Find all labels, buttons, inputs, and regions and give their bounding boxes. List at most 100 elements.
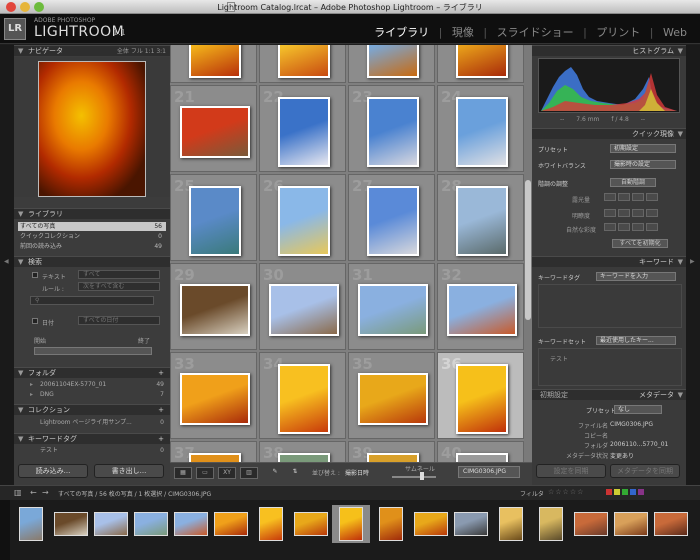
filmstrip-cell[interactable] [12,505,50,543]
photo-thumbnail[interactable] [446,283,517,336]
collection-item[interactable]: Lightroom ページライ用サンプ... 0 [30,419,164,427]
filmstrip-cell[interactable] [452,505,490,543]
module-web[interactable]: Web [663,26,687,39]
add-collection-button[interactable]: + [158,405,164,416]
histogram-header[interactable]: ヒストグラム ▼ [532,45,686,56]
clarity-dec-small[interactable] [618,209,630,217]
filmstrip-source-path[interactable]: すべての写真 / 56 枚の写真 / 1 枚選択 / CIMG0306.JPG [58,489,211,498]
photo-thumbnail[interactable] [179,283,250,336]
sync-metadata-button[interactable]: メタデータを同期 [610,464,680,478]
find-search-input[interactable]: ⚲ [30,296,154,305]
loupe-view-button[interactable]: ▭ [196,467,214,479]
sync-settings-button[interactable]: 設定を同期 [536,464,606,478]
filmstrip-cell[interactable] [492,505,530,543]
forward-arrow-icon[interactable]: → [42,488,49,497]
grid-cell[interactable]: 37 [170,441,257,462]
filmstrip-cell[interactable] [412,505,450,543]
export-button[interactable]: 書き出し... [94,464,164,478]
thumbnail-size-slider[interactable] [392,476,436,478]
grid-cell[interactable]: 32 [437,263,524,350]
photo-thumbnail[interactable] [268,283,339,336]
photo-thumbnail[interactable] [277,45,330,78]
photo-thumbnail[interactable] [179,372,250,425]
library-item-quick-collection[interactable]: クイックコレクション 0 [18,232,166,241]
photo-thumbnail[interactable] [455,96,508,167]
navigator-header[interactable]: ▼ ナビゲータ 全体 フル 1:1 3:1 [14,45,170,56]
find-text-checkbox[interactable] [32,272,38,278]
navigator-preview-image[interactable] [38,61,146,197]
keyword-set-item[interactable]: テスト [550,354,568,363]
filmstrip-cell[interactable] [212,505,250,543]
photo-thumbnail[interactable] [366,185,419,256]
module-develop[interactable]: 現像 [452,26,474,39]
find-rule-select[interactable]: 次をすべて含む [78,282,160,291]
thumbnail-size-knob[interactable] [420,472,424,480]
metadata-header[interactable]: 初期設定 メタデータ ▼ [532,389,686,400]
photo-thumbnail[interactable] [277,452,330,462]
filmstrip-menu-icon[interactable]: ▥ [14,488,22,497]
photo-thumbnail[interactable] [277,185,330,256]
exposure-dec-large[interactable] [604,193,616,201]
nav-mode-fit[interactable]: 全体 [117,48,129,55]
add-folder-button[interactable]: + [158,368,164,379]
nav-mode-fill[interactable]: フル [131,48,143,55]
collections-header[interactable]: ▼ コレクション + [14,404,170,415]
grid-cell[interactable]: 22 [259,85,346,172]
grid-cell[interactable]: 27 [348,174,435,261]
photo-thumbnail[interactable] [455,185,508,256]
library-header[interactable]: ▼ ライブラリ [14,208,170,219]
clarity-dec-large[interactable] [604,209,616,217]
filmstrip-left-edge[interactable] [0,500,10,560]
filename-display[interactable]: CIMG0306.JPG [458,466,520,478]
photo-thumbnail[interactable] [455,452,508,462]
grid-cell[interactable]: 29 [170,263,257,350]
photo-thumbnail[interactable] [455,363,508,434]
keyword-set-select[interactable]: 最近使用したキー... [596,336,676,345]
library-item-previous-import[interactable]: 前回の読み込み 49 [18,242,166,251]
nav-mode-3to1[interactable]: 3:1 [156,48,166,55]
grid-cell[interactable]: 25 [170,174,257,261]
module-slideshow[interactable]: スライドショー [497,26,574,39]
grid-view-button[interactable]: ▦ [174,467,192,479]
survey-view-button[interactable]: ▥ [240,467,258,479]
keyword-entry-area[interactable] [538,284,682,328]
grid-cell[interactable]: 26 [259,174,346,261]
grid-cell[interactable]: 19 [348,45,435,83]
qd-preset-select[interactable]: 初期設定 [610,144,676,153]
grid-cell[interactable]: 20 [437,45,524,83]
metadata-value[interactable]: 2006110...5770_01 [610,441,668,448]
color-label-yellow[interactable] [614,489,620,495]
grid-cell[interactable]: 17 [170,45,257,83]
keyword-tags-header[interactable]: ▼ キーワードタグ + [14,433,170,444]
filmstrip-cell[interactable] [612,505,650,543]
grid-cell[interactable]: 30 [259,263,346,350]
photo-thumbnail[interactable] [366,45,419,78]
color-label-blue[interactable] [630,489,636,495]
vibrance-inc-large[interactable] [646,223,658,231]
clarity-inc-small[interactable] [632,209,644,217]
folder-item[interactable]: ▸ 20061104EX-5770_01 49 [30,381,164,389]
photo-thumbnail[interactable] [357,372,428,425]
compare-view-button[interactable]: XY [218,467,236,479]
quick-develop-header[interactable]: クイック現像 ▼ [532,128,686,139]
nav-mode-1to1[interactable]: 1:1 [145,48,155,55]
grid-cell[interactable]: 38 [259,441,346,462]
photo-thumbnail[interactable] [277,363,330,434]
library-item-all-photos[interactable]: すべての写真 56 [18,222,166,231]
exposure-dec-small[interactable] [618,193,630,201]
keyword-tag-item[interactable]: テスト 0 [30,447,164,455]
grid-cell[interactable]: 23 [348,85,435,172]
metadata-preset-select[interactable]: なし [614,405,662,414]
filmstrip-cell[interactable] [92,505,130,543]
filmstrip-cell[interactable] [332,505,370,543]
folders-header[interactable]: ▼ フォルダ + [14,367,170,378]
spray-can-icon[interactable]: ✎ [268,467,282,479]
color-label-purple[interactable] [638,489,644,495]
filmstrip-cell[interactable] [652,505,690,543]
find-header[interactable]: ▼ 検索 [14,256,170,267]
keywording-header[interactable]: キーワード ▼ [532,256,686,267]
date-range-slider[interactable] [34,347,152,355]
grid-cell[interactable]: 24 [437,85,524,172]
photo-thumbnail[interactable] [366,96,419,167]
back-arrow-icon[interactable]: ← [30,488,37,497]
